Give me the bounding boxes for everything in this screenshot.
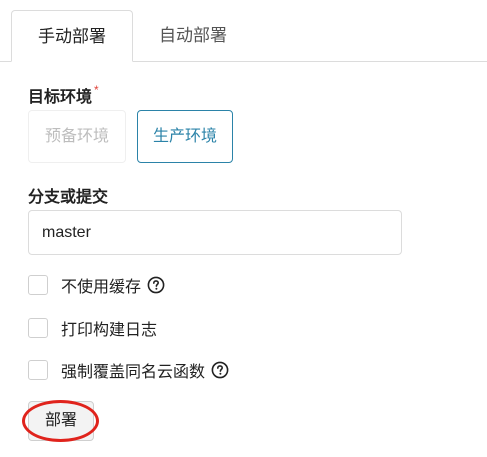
no-cache-checkbox[interactable]	[28, 275, 48, 295]
env-option-staging: 预备环境	[28, 110, 126, 163]
env-option-production[interactable]: 生产环境	[137, 110, 233, 163]
print-build-log-checkbox[interactable]	[28, 318, 48, 338]
environment-label-text: 目标环境	[28, 89, 93, 106]
branch-input[interactable]	[28, 210, 402, 255]
option-no-cache[interactable]: 不使用缓存	[28, 274, 165, 296]
deploy-button[interactable]: 部署	[28, 401, 94, 441]
deploy-tabs: 手动部署 自动部署	[0, 0, 487, 62]
no-cache-label: 不使用缓存	[61, 279, 142, 296]
force-overwrite-label: 强制覆盖同名云函数	[61, 364, 206, 381]
option-print-build-log[interactable]: 打印构建日志	[28, 317, 157, 339]
tab-auto-deploy[interactable]: 自动部署	[140, 10, 246, 62]
tab-manual-deploy[interactable]: 手动部署	[11, 10, 133, 62]
environment-label: 目标环境 *	[28, 83, 99, 107]
question-circle-icon[interactable]	[211, 361, 229, 379]
branch-label: 分支或提交	[28, 189, 109, 206]
print-build-log-label: 打印构建日志	[61, 322, 158, 339]
option-force-overwrite[interactable]: 强制覆盖同名云函数	[28, 359, 229, 381]
question-circle-icon[interactable]	[147, 276, 165, 294]
required-mark: *	[94, 83, 99, 97]
force-overwrite-checkbox[interactable]	[28, 360, 48, 380]
